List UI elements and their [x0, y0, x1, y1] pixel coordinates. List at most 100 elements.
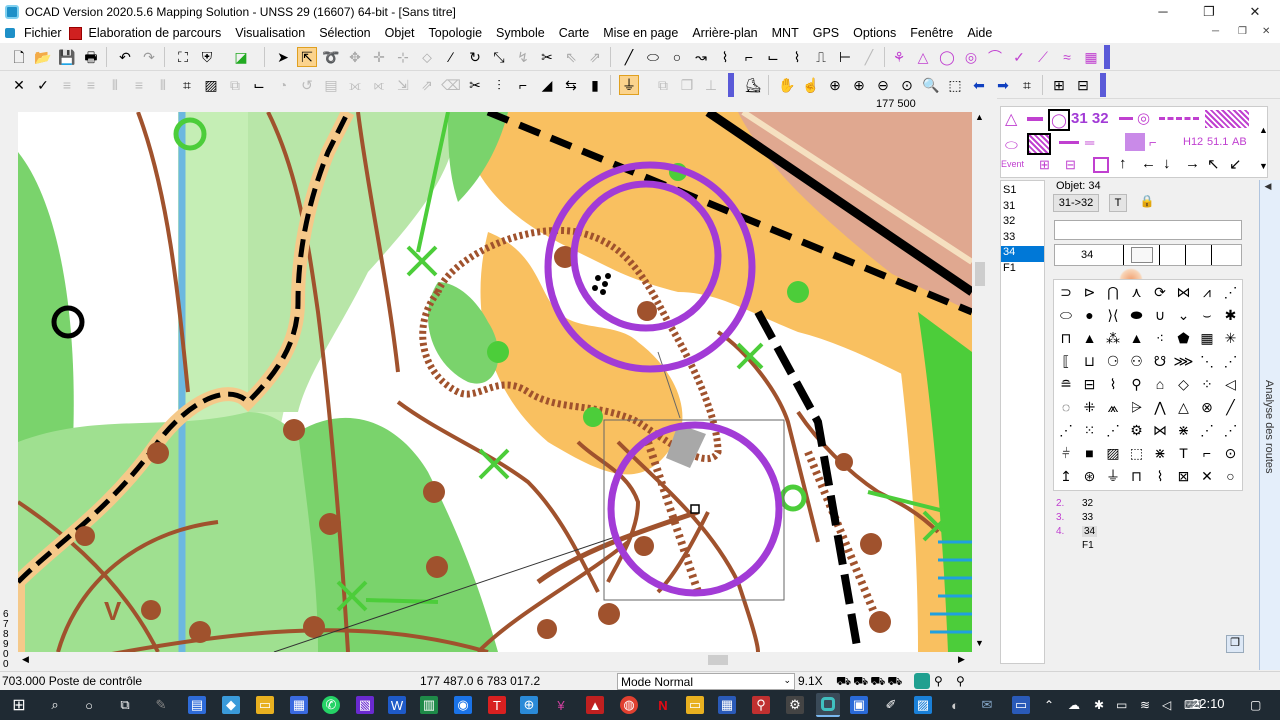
description-symbol-icon[interactable]: ✱: [1220, 304, 1242, 326]
seq-code[interactable]: F1: [1082, 540, 1094, 551]
app-icon[interactable]: ▦: [718, 696, 736, 714]
control-circle-icon[interactable]: ◯: [1048, 109, 1070, 131]
task-view-icon[interactable]: ⧉: [116, 696, 134, 714]
table-symbol-icon[interactable]: ⊟: [1065, 157, 1076, 173]
mode-select[interactable]: Mode Normal ⌄: [617, 673, 795, 690]
description-symbol-icon[interactable]: ⊔: [1079, 350, 1101, 372]
course-item-33[interactable]: 33: [1001, 231, 1044, 247]
arrow-right-icon[interactable]: →: [1185, 155, 1200, 172]
description-symbol-icon[interactable]: ⋇: [1149, 442, 1171, 464]
app-icon[interactable]: ▭: [1012, 696, 1030, 714]
clock-time[interactable]: 22:10: [1192, 696, 1225, 711]
dash-symbol-icon[interactable]: [1119, 117, 1133, 120]
description-symbol-icon[interactable]: ⁙: [1079, 419, 1101, 441]
draw-disabled-icon[interactable]: ╱: [860, 48, 878, 66]
double-line-icon[interactable]: ═: [1085, 135, 1094, 150]
description-symbol-icon[interactable]: ⋇: [1173, 419, 1195, 441]
description-symbol-icon[interactable]: ⌄: [1173, 304, 1195, 326]
description-symbol-icon[interactable]: ⊃: [1055, 281, 1077, 303]
description-symbol-icon[interactable]: ⋰: [1055, 419, 1077, 441]
description-symbol-icon[interactable]: ✕: [1196, 465, 1218, 487]
arrow-left-icon[interactable]: ←: [1141, 155, 1156, 172]
arrow-down-icon[interactable]: ↓: [1163, 155, 1171, 172]
description-symbol-icon[interactable]: ⬚: [1126, 442, 1148, 464]
word-icon[interactable]: W: [388, 696, 406, 714]
description-symbol-icon[interactable]: ⌣: [1196, 304, 1218, 326]
description-symbol-icon[interactable]: ⌇: [1149, 465, 1171, 487]
draw-rectangle-icon[interactable]: ⌙: [764, 48, 782, 66]
description-symbol-icon[interactable]: ⁖: [1149, 327, 1171, 349]
zoom-out-icon[interactable]: ⊖: [874, 76, 892, 94]
toolbar-end-handle[interactable]: [1104, 45, 1110, 69]
course-item-34[interactable]: 34: [1001, 246, 1044, 262]
app-icon[interactable]: ¥: [552, 696, 570, 714]
menu-symbole[interactable]: Symbole: [489, 26, 552, 40]
description-symbol-icon[interactable]: ⋏: [1126, 281, 1148, 303]
split-icon[interactable]: ⫶: [490, 76, 508, 94]
description-symbol-icon[interactable]: ∪: [1149, 304, 1171, 326]
restore-button[interactable]: ❐: [1186, 0, 1232, 23]
description-symbol-icon[interactable]: ⫩: [1055, 442, 1077, 464]
description-symbol-icon[interactable]: ⋰: [1220, 350, 1242, 372]
draw-ellipse-icon[interactable]: ⬭: [644, 48, 662, 66]
app-icon[interactable]: ▦: [290, 696, 308, 714]
description-symbol-icon[interactable]: ◇: [1173, 373, 1195, 395]
status-tools-icons[interactable]: ⛟⛟⛟⛟: [836, 674, 904, 690]
description-symbol-icon[interactable]: ⋱: [1196, 350, 1218, 372]
course-item-f1[interactable]: F1: [1001, 262, 1044, 278]
description-symbol-icon[interactable]: ▲: [1079, 327, 1101, 349]
layout-icon[interactable]: ⊟: [1074, 76, 1092, 94]
description-symbol-icon[interactable]: ⊟: [1079, 373, 1101, 395]
corner-vertex-icon[interactable]: ⬦: [418, 48, 436, 66]
redo-icon[interactable]: ↷: [140, 48, 158, 66]
description-symbol-icon[interactable]: ●: [1079, 304, 1101, 326]
description-symbol-icon[interactable]: ⬭: [1055, 304, 1077, 326]
arrow-up-icon[interactable]: ↑: [1119, 155, 1127, 172]
align-right-icon[interactable]: ≡: [130, 76, 148, 94]
stretch-icon[interactable]: ⇖: [562, 48, 580, 66]
label-event[interactable]: Event: [1001, 159, 1024, 169]
line-2-icon[interactable]: [1059, 141, 1079, 144]
edit-object-icon[interactable]: ⇱: [297, 47, 317, 67]
minimize-button[interactable]: ─: [1140, 0, 1186, 23]
route-analysis-tab[interactable]: ◀ Analyse des routes: [1259, 180, 1280, 670]
description-symbol-icon[interactable]: ⬬: [1126, 304, 1148, 326]
description-symbol-icon[interactable]: ⚲: [1126, 373, 1148, 395]
description-symbol-icon[interactable]: ⩕: [1102, 396, 1124, 418]
step-icon[interactable]: ⌙: [250, 76, 268, 94]
grid-icon[interactable]: ⌗: [1018, 76, 1036, 94]
measure-icon[interactable]: ⇗: [586, 48, 604, 66]
course-item-s1[interactable]: S1: [1001, 184, 1044, 200]
windows-start-icon[interactable]: ⊞: [10, 696, 28, 714]
description-symbol-icon[interactable]: ⌐: [1196, 442, 1218, 464]
description-symbol-icon[interactable]: ⩘: [1196, 281, 1218, 303]
app-icon[interactable]: ✎: [152, 696, 170, 714]
draw-mode-icon[interactable]: ◪: [232, 48, 250, 66]
scroll-up-icon[interactable]: ▲: [975, 112, 984, 122]
close-object-icon[interactable]: ✕: [10, 76, 28, 94]
description-symbol-icon[interactable]: ⊓: [1055, 327, 1077, 349]
zoom-map-icon[interactable]: 🔍: [922, 76, 940, 94]
seq-code[interactable]: 32: [1082, 498, 1093, 509]
seq-code[interactable]: 34: [1082, 526, 1098, 537]
app-icon[interactable]: ⚙: [786, 696, 804, 714]
mail-icon[interactable]: ✉: [978, 696, 996, 714]
hscroll-thumb[interactable]: [708, 655, 728, 665]
app-icon[interactable]: ▧: [356, 696, 374, 714]
gps-2-icon[interactable]: ⚲: [956, 674, 965, 688]
merge-icon[interactable]: ⟖: [370, 76, 388, 94]
join-icon[interactable]: ⟗: [346, 76, 364, 94]
undo-icon[interactable]: ↶: [116, 48, 134, 66]
course-marked-route-icon[interactable]: ✓: [1010, 48, 1028, 66]
forbidden-area-icon[interactable]: [1205, 110, 1249, 128]
folder-icon[interactable]: ▭: [686, 696, 704, 714]
lock-icon[interactable]: 🔒: [1137, 194, 1157, 212]
app-icon[interactable]: ◐: [946, 696, 964, 714]
draw-straight-icon[interactable]: ⌐: [740, 48, 758, 66]
draw-circle-icon[interactable]: ○: [668, 48, 686, 66]
description-symbol-icon[interactable]: T: [1173, 442, 1195, 464]
menu-fichier[interactable]: Fichier: [17, 26, 69, 40]
square-symbol-icon[interactable]: [1093, 157, 1109, 173]
text-button[interactable]: T: [1109, 194, 1127, 212]
description-symbol-icon[interactable]: ⬟: [1173, 327, 1195, 349]
